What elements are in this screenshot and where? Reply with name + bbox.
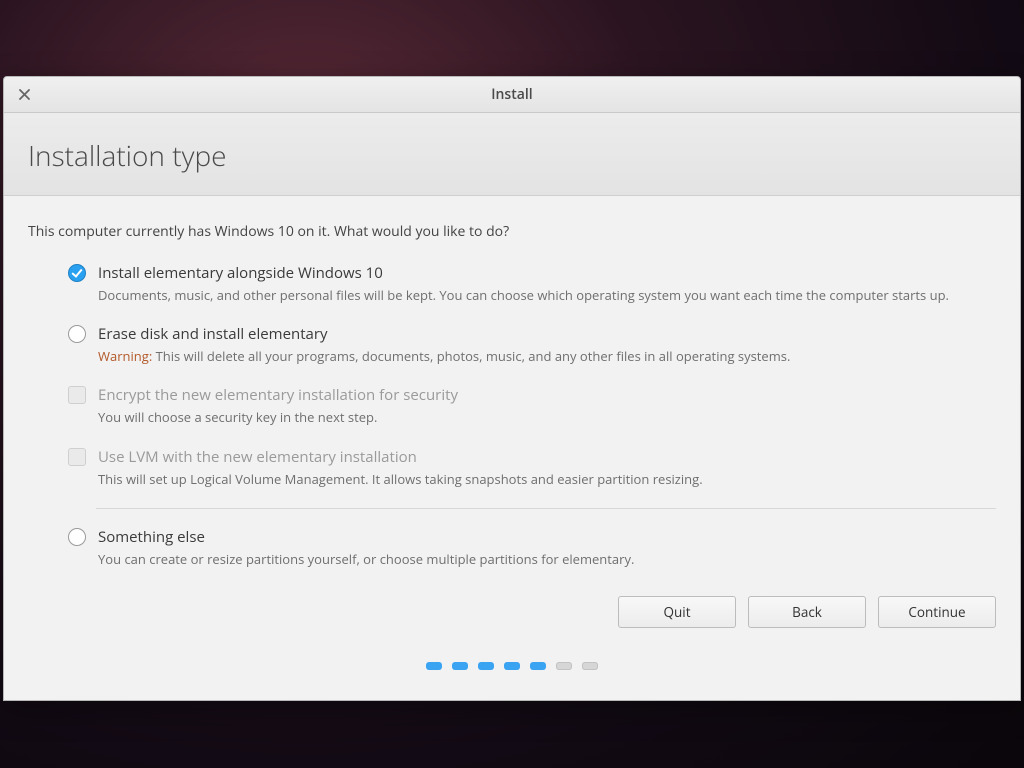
close-icon[interactable] bbox=[14, 85, 34, 105]
option-label: Install elementary alongside Windows 10 bbox=[98, 263, 996, 283]
option-install-alongside[interactable]: Install elementary alongside Windows 10 … bbox=[68, 263, 996, 304]
option-encrypt: Encrypt the new elementary installation … bbox=[68, 385, 996, 426]
page-title: Installation type bbox=[28, 137, 996, 175]
radio-something-else[interactable] bbox=[68, 528, 86, 546]
option-desc: Documents, music, and other personal fil… bbox=[98, 286, 996, 304]
radio-erase[interactable] bbox=[68, 325, 86, 343]
install-options: Install elementary alongside Windows 10 … bbox=[68, 263, 996, 568]
option-label: Encrypt the new elementary installation … bbox=[98, 385, 996, 405]
checkbox-lvm bbox=[68, 448, 86, 466]
checkbox-encrypt bbox=[68, 386, 86, 404]
titlebar: Install bbox=[4, 77, 1020, 113]
option-erase-disk[interactable]: Erase disk and install elementary Warnin… bbox=[68, 324, 996, 365]
option-lvm: Use LVM with the new elementary installa… bbox=[68, 447, 996, 488]
intro-text: This computer currently has Windows 10 o… bbox=[28, 222, 996, 241]
progress-dot bbox=[426, 662, 442, 670]
window-title: Install bbox=[4, 85, 1020, 104]
installer-window: Install Installation type This computer … bbox=[3, 76, 1021, 701]
page-body: This computer currently has Windows 10 o… bbox=[4, 196, 1020, 700]
progress-dot bbox=[478, 662, 494, 670]
separator bbox=[96, 508, 996, 509]
option-desc: You will choose a security key in the ne… bbox=[98, 408, 996, 426]
progress-dot bbox=[504, 662, 520, 670]
button-row: Quit Back Continue bbox=[28, 596, 996, 628]
option-something-else[interactable]: Something else You can create or resize … bbox=[68, 527, 996, 568]
warning-text: This will delete all your programs, docu… bbox=[152, 347, 790, 365]
option-desc: This will set up Logical Volume Manageme… bbox=[98, 470, 996, 488]
progress-dot bbox=[582, 662, 598, 670]
continue-button[interactable]: Continue bbox=[878, 596, 996, 628]
quit-button[interactable]: Quit bbox=[618, 596, 736, 628]
radio-alongside[interactable] bbox=[68, 264, 86, 282]
progress-indicator bbox=[28, 628, 996, 680]
option-desc: You can create or resize partitions your… bbox=[98, 550, 996, 568]
page-header: Installation type bbox=[4, 113, 1020, 196]
option-desc: Warning: This will delete all your progr… bbox=[98, 347, 996, 365]
option-label: Use LVM with the new elementary installa… bbox=[98, 447, 996, 467]
option-label: Erase disk and install elementary bbox=[98, 324, 996, 344]
progress-dot bbox=[452, 662, 468, 670]
back-button[interactable]: Back bbox=[748, 596, 866, 628]
progress-dot bbox=[530, 662, 546, 670]
progress-dot bbox=[556, 662, 572, 670]
option-label: Something else bbox=[98, 527, 996, 547]
warning-prefix: Warning: bbox=[98, 347, 152, 365]
